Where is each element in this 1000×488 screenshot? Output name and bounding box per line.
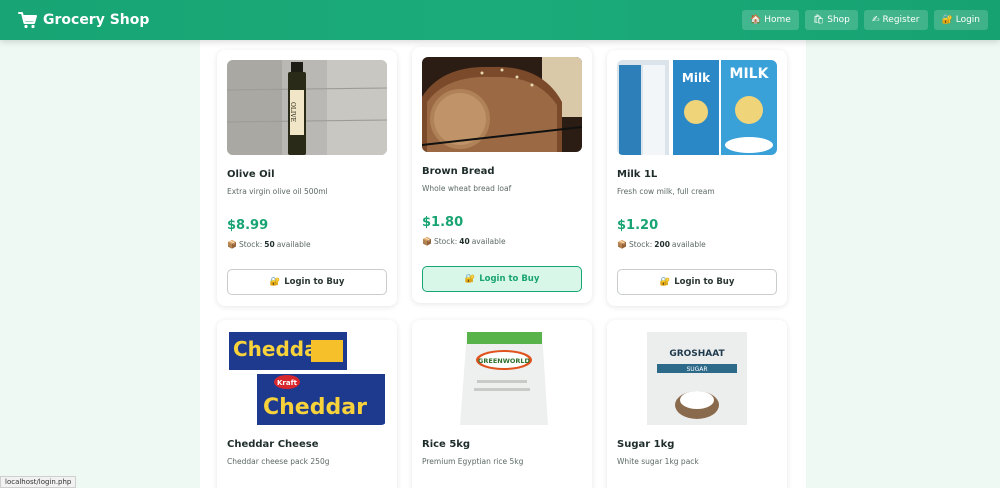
box-icon: 📦 bbox=[617, 240, 627, 249]
stock-prefix: Stock: bbox=[628, 240, 653, 249]
stock-count: 50 bbox=[264, 240, 275, 249]
product-name: Milk 1L bbox=[617, 169, 658, 180]
nav-shop-label: Shop bbox=[827, 15, 850, 25]
product-card-brown-bread: Brown Bread Whole wheat bread loaf $1.80… bbox=[412, 47, 592, 303]
cart-icon bbox=[18, 12, 37, 29]
brand[interactable]: Grocery Shop bbox=[18, 10, 149, 30]
product-card-olive-oil: OLIVE Olive Oil Extra virgin olive oil 5… bbox=[217, 50, 397, 306]
product-description: Fresh cow milk, full cream bbox=[617, 187, 715, 196]
box-icon: 📦 bbox=[422, 237, 432, 246]
product-image-milk: Milk MILK bbox=[617, 60, 777, 155]
register-icon: ✍ bbox=[871, 14, 880, 25]
stock-suffix: available bbox=[276, 240, 311, 249]
milk-a-text: Milk bbox=[682, 71, 711, 85]
lock-icon: 🔐 bbox=[659, 277, 671, 287]
product-price: $1.80 bbox=[422, 215, 464, 230]
sugar-label-text: SUGAR bbox=[686, 366, 707, 373]
product-description: Premium Egyptian rice 5kg bbox=[422, 457, 524, 466]
product-stock: 📦 Stock: 40 available bbox=[422, 237, 506, 246]
sugar-brand-text: GROSHAAT bbox=[669, 349, 725, 359]
nav-register[interactable]: ✍ Register bbox=[863, 10, 928, 30]
rice-brand-text: GREENWORLD bbox=[478, 357, 531, 365]
product-card-milk: Milk MILK Milk 1L Fresh cow milk, full c… bbox=[607, 50, 787, 306]
login-to-buy-button[interactable]: 🔐 Login to Buy bbox=[617, 269, 777, 295]
product-stock: 📦 Stock: 200 available bbox=[617, 240, 706, 249]
product-name: Rice 5kg bbox=[422, 439, 471, 450]
home-icon: 🏠 bbox=[750, 14, 762, 25]
stock-suffix: available bbox=[471, 237, 506, 246]
nav-home-label: Home bbox=[764, 15, 791, 25]
product-name: Olive Oil bbox=[227, 169, 275, 180]
box-icon: 📦 bbox=[227, 240, 237, 249]
stock-prefix: Stock: bbox=[238, 240, 263, 249]
product-card-cheddar: Cheddar Kraft Cheddar Cheddar Cheese Che… bbox=[217, 320, 397, 488]
product-image-rice: GREENWORLD bbox=[422, 330, 582, 425]
nav-login[interactable]: 🔐 Login bbox=[933, 10, 988, 30]
browser-status-bar: localhost/login.php bbox=[0, 476, 77, 488]
nav-login-label: Login bbox=[955, 15, 980, 25]
lock-icon: 🔐 bbox=[269, 277, 281, 287]
stock-suffix: available bbox=[671, 240, 706, 249]
product-card-sugar: GROSHAAT SUGAR Sugar 1kg White sugar 1kg… bbox=[607, 320, 787, 488]
buy-button-label: Login to Buy bbox=[479, 274, 540, 284]
buy-button-label: Login to Buy bbox=[674, 277, 735, 287]
nav-shop[interactable]: 🛍 Shop bbox=[804, 10, 858, 30]
product-stock: 📦 Stock: 50 available bbox=[227, 240, 311, 249]
nav-home[interactable]: 🏠 Home bbox=[742, 10, 799, 30]
login-icon: 🔐 bbox=[941, 14, 953, 25]
nav-register-label: Register bbox=[882, 15, 920, 25]
login-to-buy-button[interactable]: 🔐 Login to Buy bbox=[422, 266, 582, 292]
product-image-sugar: GROSHAAT SUGAR bbox=[617, 330, 777, 425]
lock-icon: 🔐 bbox=[464, 274, 476, 284]
product-image-brown-bread bbox=[422, 57, 582, 152]
login-to-buy-button[interactable]: 🔐 Login to Buy bbox=[227, 269, 387, 295]
brand-title: Grocery Shop bbox=[43, 12, 150, 28]
product-name: Brown Bread bbox=[422, 166, 495, 177]
stock-count: 200 bbox=[654, 240, 670, 249]
product-description: Cheddar cheese pack 250g bbox=[227, 457, 330, 466]
product-price: $1.20 bbox=[617, 218, 659, 233]
shop-icon: 🛍 bbox=[812, 14, 825, 25]
product-description: White sugar 1kg pack bbox=[617, 457, 699, 466]
top-navbar: Grocery Shop 🏠 Home 🛍 Shop ✍ Register 🔐 … bbox=[0, 0, 1000, 40]
stock-prefix: Stock: bbox=[433, 237, 458, 246]
cheddar-bottom-text: Cheddar bbox=[263, 395, 367, 420]
product-description: Extra virgin olive oil 500ml bbox=[227, 187, 328, 196]
stock-count: 40 bbox=[459, 237, 470, 246]
milk-b-text: MILK bbox=[730, 66, 770, 82]
product-image-cheddar: Cheddar Kraft Cheddar bbox=[227, 330, 387, 425]
kraft-text: Kraft bbox=[277, 379, 298, 387]
product-card-rice: GREENWORLD Rice 5kg Premium Egyptian ric… bbox=[412, 320, 592, 488]
products-container: OLIVE Olive Oil Extra virgin olive oil 5… bbox=[200, 40, 806, 488]
buy-button-label: Login to Buy bbox=[284, 277, 345, 287]
product-name: Sugar 1kg bbox=[617, 439, 675, 450]
product-image-olive-oil: OLIVE bbox=[227, 60, 387, 155]
product-price: $8.99 bbox=[227, 218, 269, 233]
product-description: Whole wheat bread loaf bbox=[422, 184, 512, 193]
oil-label-text: OLIVE bbox=[289, 102, 296, 122]
product-name: Cheddar Cheese bbox=[227, 439, 319, 450]
nav-links: 🏠 Home 🛍 Shop ✍ Register 🔐 Login bbox=[742, 10, 988, 30]
